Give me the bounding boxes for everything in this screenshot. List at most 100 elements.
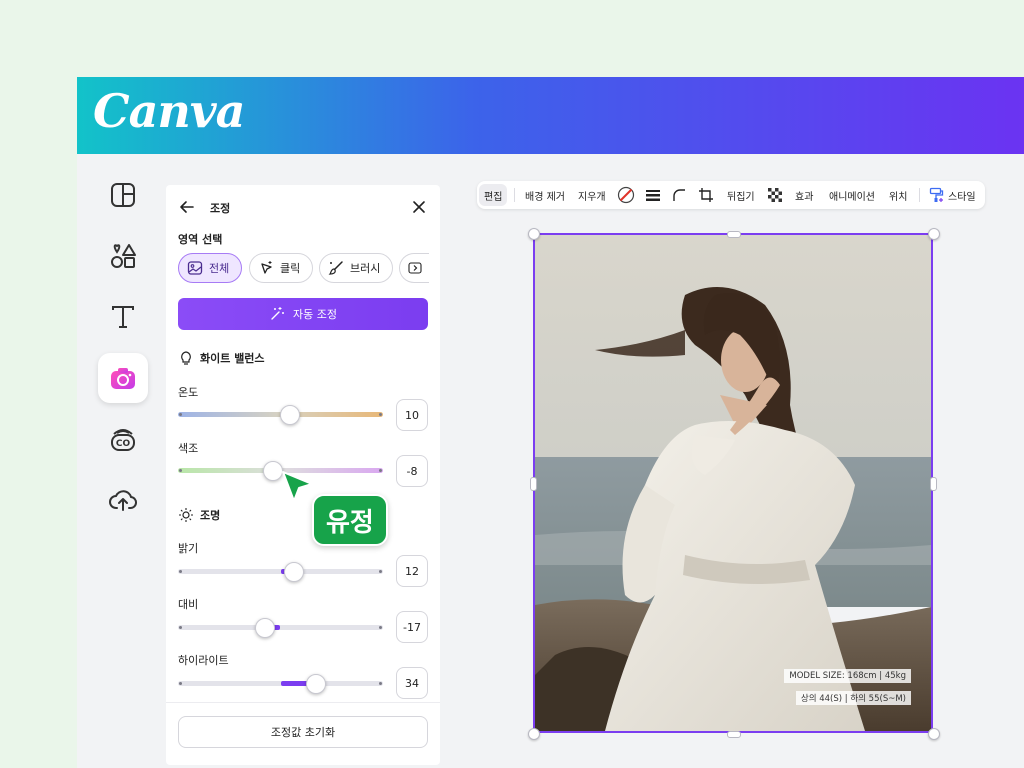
temperature-slider[interactable] bbox=[178, 405, 383, 425]
rail-brand-button[interactable]: CO bbox=[98, 414, 148, 464]
region-select-label: 영역 선택 bbox=[178, 233, 223, 246]
panel-title: 조정 bbox=[210, 202, 231, 215]
toolbar-crop-button[interactable] bbox=[698, 181, 714, 209]
chevron-right-icon bbox=[408, 262, 422, 274]
context-toolbar: 편집 배경 제거 지우개 뒤집기 효과 애니메이션 위치 스타일 bbox=[477, 181, 985, 209]
chip-click[interactable]: 클릭 bbox=[249, 253, 313, 283]
brightness-thumb[interactable] bbox=[283, 562, 304, 582]
brightness-label: 밝기 bbox=[178, 542, 199, 555]
panel-divider bbox=[166, 702, 440, 703]
lighting-heading: 조명 bbox=[178, 507, 220, 523]
border-weight-icon bbox=[646, 190, 660, 201]
resize-handle-bottom-right[interactable] bbox=[928, 728, 940, 740]
style-paint-roller-icon bbox=[929, 187, 944, 202]
rail-elements-button[interactable] bbox=[98, 231, 148, 281]
contrast-label: 대비 bbox=[178, 598, 199, 611]
rail-design-button[interactable] bbox=[98, 170, 148, 220]
contrast-thumb[interactable] bbox=[255, 618, 276, 638]
reset-adjustments-button[interactable]: 조정값 초기화 bbox=[178, 716, 428, 748]
toolbar-color-button[interactable] bbox=[617, 181, 635, 209]
toolbar-transparency-button[interactable] bbox=[767, 181, 783, 209]
slider-end-dot bbox=[379, 413, 382, 416]
resize-handle-bottom[interactable] bbox=[727, 731, 741, 738]
slider-end-dot bbox=[379, 626, 382, 629]
resize-handle-top-left[interactable] bbox=[528, 228, 540, 240]
auto-adjust-label: 자동 조정 bbox=[293, 308, 337, 321]
magic-wand-icon bbox=[271, 307, 284, 320]
toolbar-style-button[interactable]: 스타일 bbox=[929, 181, 976, 209]
toolbar-edit-button[interactable]: 편집 bbox=[479, 184, 508, 206]
white-balance-heading: 화이트 밸런스 bbox=[178, 350, 265, 366]
toolbar-eraser-button[interactable]: 지우개 bbox=[578, 181, 606, 209]
resize-handle-top-right[interactable] bbox=[928, 228, 940, 240]
canva-logo[interactable]: Canva bbox=[93, 84, 245, 138]
chip-more[interactable] bbox=[399, 253, 429, 283]
corner-rounding-icon bbox=[673, 189, 685, 201]
brightness-value[interactable]: 12 bbox=[396, 555, 428, 587]
chip-whole[interactable]: 전체 bbox=[178, 253, 242, 283]
model-size-label: MODEL SIZE: 168cm | 45kg bbox=[784, 669, 911, 683]
temperature-value[interactable]: 10 bbox=[396, 399, 428, 431]
highlights-thumb[interactable] bbox=[306, 674, 327, 694]
toolbar-animation-button[interactable]: 애니메이션 bbox=[829, 181, 875, 209]
transparency-icon bbox=[768, 188, 782, 202]
panel-header: 조정 bbox=[166, 185, 440, 229]
contrast-value[interactable]: -17 bbox=[396, 611, 428, 643]
svg-text:CO: CO bbox=[116, 439, 131, 449]
chip-label: 클릭 bbox=[280, 262, 301, 275]
sparkle-cursor-icon bbox=[261, 261, 272, 274]
chip-label: 전체 bbox=[209, 262, 230, 275]
slider-start-dot bbox=[179, 570, 182, 573]
toolbar-corner-button[interactable] bbox=[671, 181, 687, 209]
toolbar-flip-button[interactable]: 뒤집기 bbox=[727, 181, 755, 209]
tint-value[interactable]: -8 bbox=[396, 455, 428, 487]
chip-brush[interactable]: 브러시 bbox=[319, 253, 393, 283]
temperature-thumb[interactable] bbox=[279, 405, 300, 425]
garment-size-label: 상의 44(S) | 하의 55(S~M) bbox=[795, 691, 911, 705]
toolbar-border-weight-button[interactable] bbox=[645, 181, 661, 209]
elements-icon bbox=[111, 244, 136, 268]
image-icon bbox=[187, 261, 203, 275]
highlights-value[interactable]: 34 bbox=[396, 667, 428, 699]
slider-end-dot bbox=[379, 570, 382, 573]
layout-icon bbox=[111, 183, 135, 207]
back-arrow-icon[interactable] bbox=[178, 198, 196, 216]
resize-handle-left[interactable] bbox=[530, 477, 537, 491]
highlights-slider[interactable] bbox=[178, 674, 383, 694]
toolbar-style-label: 스타일 bbox=[948, 191, 976, 203]
slider-end-dot bbox=[379, 682, 382, 685]
resize-handle-right[interactable] bbox=[930, 477, 937, 491]
lightbulb-icon bbox=[181, 351, 191, 365]
selected-photo[interactable]: MODEL SIZE: 168cm | 45kg 상의 44(S) | 하의 5… bbox=[533, 233, 933, 733]
lighting-label: 조명 bbox=[200, 509, 221, 522]
collaborator-cursor-icon bbox=[282, 471, 313, 502]
toolbar-divider bbox=[514, 188, 515, 202]
slider-start-dot bbox=[179, 626, 182, 629]
toolbar-bg-remove-button[interactable]: 배경 제거 bbox=[525, 181, 565, 209]
toolbar-divider bbox=[919, 188, 920, 202]
woman-beach-photo bbox=[535, 235, 931, 731]
slider-start-dot bbox=[179, 682, 182, 685]
resize-handle-bottom-left[interactable] bbox=[528, 728, 540, 740]
toolbar-effects-button[interactable]: 효과 bbox=[795, 181, 813, 209]
auto-adjust-button[interactable]: 자동 조정 bbox=[178, 298, 428, 330]
collaborator-name-tag: 유정 bbox=[312, 494, 388, 546]
top-header: Canva bbox=[77, 77, 1024, 154]
crop-icon bbox=[699, 188, 713, 202]
tint-label: 색조 bbox=[178, 442, 199, 455]
temperature-label: 온도 bbox=[178, 386, 199, 399]
close-icon[interactable] bbox=[411, 199, 427, 215]
rail-upload-button[interactable] bbox=[98, 475, 148, 525]
brush-icon bbox=[328, 261, 343, 275]
rail-photo-edit-button[interactable] bbox=[98, 353, 148, 403]
contrast-slider[interactable] bbox=[178, 618, 383, 638]
rail-text-button[interactable] bbox=[98, 292, 148, 342]
brightness-slider[interactable] bbox=[178, 562, 383, 582]
slider-end-dot bbox=[379, 469, 382, 472]
resize-handle-top[interactable] bbox=[727, 231, 741, 238]
upload-cloud-icon bbox=[109, 490, 137, 511]
text-icon bbox=[112, 306, 134, 328]
toolbar-position-button[interactable]: 위치 bbox=[889, 181, 907, 209]
no-color-icon bbox=[617, 186, 635, 204]
slider-start-dot bbox=[179, 413, 182, 416]
